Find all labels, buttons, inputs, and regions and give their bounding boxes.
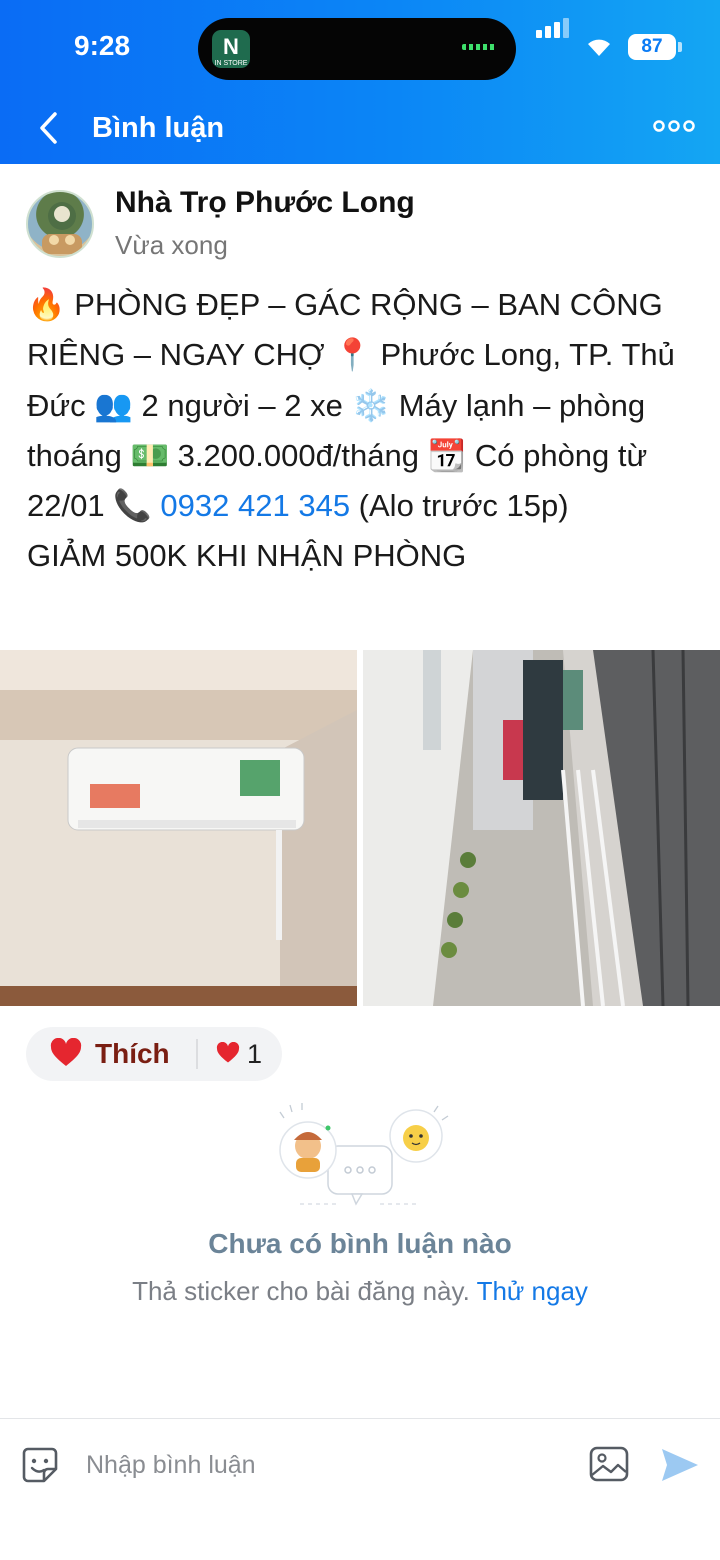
snowflake-icon: ❄️ xyxy=(351,387,391,424)
sticker-smile-icon[interactable] xyxy=(20,1445,60,1485)
empty-comments-hint: Thả sticker cho bài đăng này. xyxy=(132,1276,470,1306)
battery-level: 87 xyxy=(641,36,663,57)
author-name[interactable]: Nhà Trọ Phước Long xyxy=(115,186,415,220)
comment-composer xyxy=(0,1418,720,1560)
comment-input[interactable] xyxy=(86,1443,556,1487)
app-store-icon: N IN STORE xyxy=(212,30,250,68)
air-conditioner-photo xyxy=(0,650,357,1006)
app-store-caption: IN STORE xyxy=(214,60,248,67)
reaction-divider xyxy=(196,1039,198,1069)
heart-icon xyxy=(50,1038,82,1066)
image-icon[interactable] xyxy=(588,1445,630,1483)
like-button[interactable]: Thích xyxy=(26,1027,194,1081)
more-horizontal-icon[interactable] xyxy=(650,114,698,138)
post-text-5: 3.200.000đ/tháng xyxy=(169,437,428,473)
chevron-left-icon[interactable] xyxy=(30,106,70,150)
post-text-3: 2 người – 2 xe xyxy=(132,387,352,423)
fire-icon: 🔥 xyxy=(27,287,66,323)
phone-number-link[interactable]: 0932 421 345 xyxy=(152,488,350,523)
activity-indicator-icon xyxy=(462,44,496,50)
page-title: Bình luận xyxy=(92,112,225,144)
dynamic-island: N IN STORE xyxy=(198,18,516,80)
post-body: 🔥 PHÒNG ĐẸP – GÁC RỘNG – BAN CÔNG RIÊNG … xyxy=(27,280,697,582)
try-sticker-link[interactable]: Thử ngay xyxy=(477,1276,588,1306)
avatar-image xyxy=(42,202,82,254)
author-avatar[interactable] xyxy=(26,190,94,258)
like-label: Thích xyxy=(95,1038,170,1069)
post-text-discount: GIẢM 500K KHI NHẬN PHÒNG xyxy=(27,538,467,574)
post-photo-air-conditioner[interactable] xyxy=(0,650,357,1006)
post-timestamp: Vừa xong xyxy=(115,230,228,260)
post-photo-balcony[interactable] xyxy=(363,650,720,1006)
reaction-bar: Thích 1 xyxy=(26,1027,282,1081)
heart-small-icon[interactable] xyxy=(216,1042,240,1064)
send-icon[interactable] xyxy=(660,1447,700,1483)
people-icon: 👥 xyxy=(94,387,133,424)
empty-comments-subtitle: Thả sticker cho bài đăng này. Thử ngay xyxy=(0,1276,720,1307)
money-icon: 💵 xyxy=(130,437,170,474)
post-text-7: (Alo trước 15p) xyxy=(350,488,569,524)
phone-icon: 📞 xyxy=(113,488,152,525)
empty-comments-illustration xyxy=(279,1103,449,1206)
top-app-bar: 9:28 N IN STORE 87 Bình luận xyxy=(0,0,720,164)
status-time: 9:28 xyxy=(74,30,131,61)
calendar-icon: 📆 xyxy=(427,437,467,474)
battery-indicator: 87 xyxy=(628,34,676,60)
balcony-photo xyxy=(363,650,720,1006)
battery-tip xyxy=(678,42,682,52)
app-store-glyph: N xyxy=(223,34,239,59)
pin-icon: 📍 xyxy=(333,337,372,374)
wifi-icon xyxy=(588,39,610,56)
reaction-count[interactable]: 1 xyxy=(247,1039,262,1070)
empty-comments-title: Chưa có bình luận nào xyxy=(208,1228,512,1259)
